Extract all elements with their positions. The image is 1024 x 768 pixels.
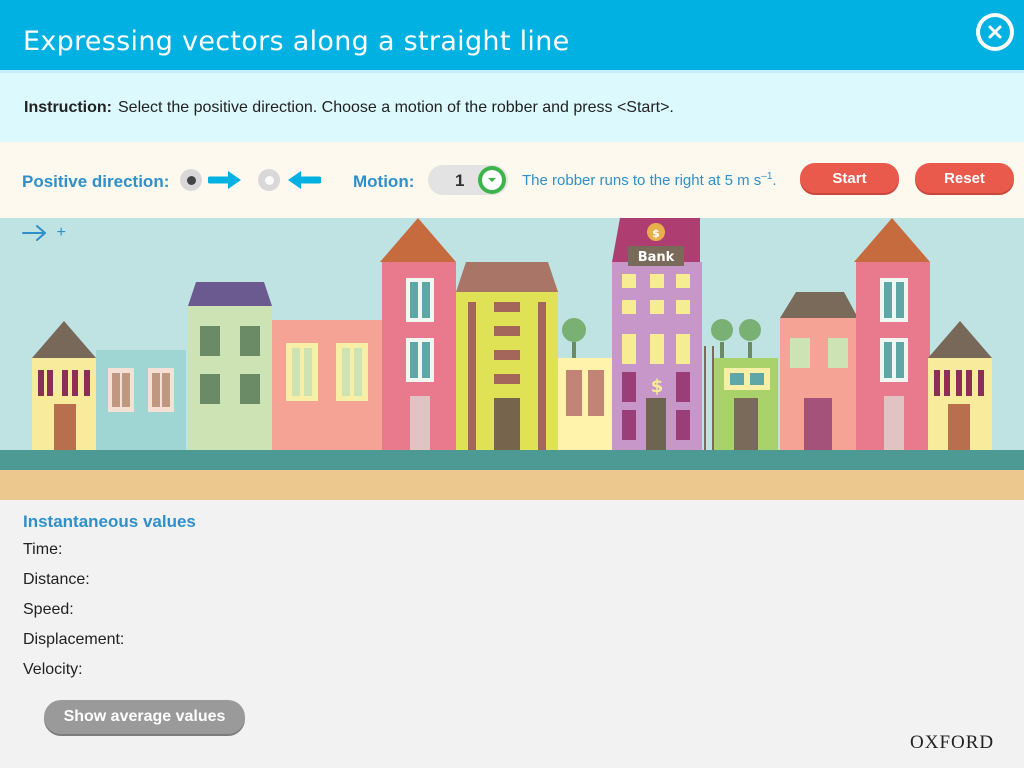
street-scene: Bank $ $ + bbox=[0, 218, 1024, 500]
distance-label: Distance: bbox=[23, 571, 90, 588]
motion-dropdown[interactable]: 1 bbox=[428, 165, 508, 195]
instruction-body: Select the positive direction. Choose a … bbox=[118, 99, 674, 116]
instruction-label: Instruction: bbox=[24, 99, 112, 116]
arrow-right-icon bbox=[208, 171, 241, 189]
instruction-text: Instruction: Select the positive directio… bbox=[24, 99, 674, 117]
positive-direction-indicator: + bbox=[22, 224, 66, 242]
direction-right-radio[interactable] bbox=[180, 169, 202, 191]
displacement-label: Displacement: bbox=[23, 631, 125, 648]
arrow-left-icon bbox=[288, 171, 321, 189]
reset-button[interactable]: Reset bbox=[915, 163, 1014, 193]
motion-label: Motion: bbox=[353, 172, 415, 191]
dropdown-button[interactable] bbox=[478, 166, 506, 194]
time-label: Time: bbox=[23, 541, 63, 558]
motion-value: 1 bbox=[455, 171, 465, 190]
start-button[interactable]: Start bbox=[800, 163, 899, 193]
dollar-sign: $ bbox=[652, 227, 660, 240]
speed-label: Speed: bbox=[23, 601, 74, 618]
controls-bar: Positive direction: Motion: 1 The robber… bbox=[0, 142, 1024, 218]
buildings-illustration: Bank $ $ bbox=[0, 218, 1024, 500]
svg-text:$: $ bbox=[651, 376, 664, 397]
show-average-values-button[interactable]: Show average values bbox=[44, 700, 245, 734]
direction-left-radio[interactable] bbox=[258, 169, 280, 191]
values-panel: Instantaneous values Time: Distance: Spe… bbox=[0, 500, 1024, 768]
velocity-label: Velocity: bbox=[23, 661, 83, 678]
page-title: Expressing vectors along a straight line bbox=[23, 26, 570, 57]
plus-sign: + bbox=[56, 224, 66, 241]
oxford-logo: OXFORD bbox=[910, 732, 995, 753]
instruction-bar: Instruction: Select the positive directio… bbox=[0, 70, 1024, 142]
bank-sign: Bank bbox=[638, 250, 675, 265]
motion-description: The robber runs to the right at 5 m s–1. bbox=[522, 171, 777, 189]
positive-direction-label: Positive direction: bbox=[22, 172, 170, 191]
close-icon bbox=[980, 17, 1010, 47]
arrow-right-icon bbox=[22, 225, 46, 241]
instantaneous-values-heading: Instantaneous values bbox=[23, 512, 196, 531]
header-bar: Expressing vectors along a straight line bbox=[0, 0, 1024, 70]
chevron-down-icon bbox=[482, 170, 502, 190]
close-button[interactable] bbox=[976, 13, 1014, 51]
